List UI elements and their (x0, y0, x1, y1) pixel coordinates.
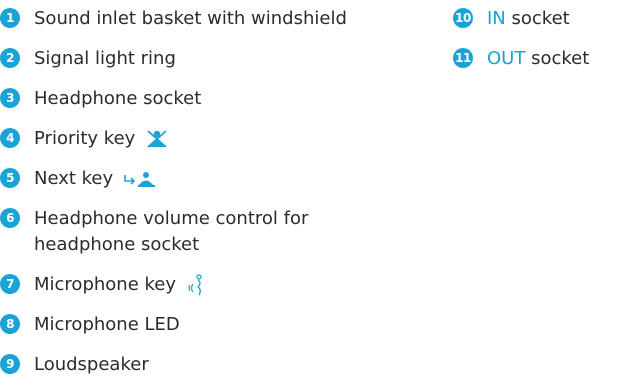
number-badge-6: 6 (0, 208, 20, 228)
number-badge-5: 5 (0, 168, 20, 188)
number-badge-11: 11 (453, 48, 473, 68)
legend-list-right: 10 IN socket 11 OUT socket (453, 0, 634, 69)
legend-label-1: Sound inlet basket with windshield (34, 8, 347, 29)
legend-text-4: Priority key (34, 126, 169, 152)
legend-label-6-line2: headphone socket (34, 234, 200, 255)
legend-label-9: Loudspeaker (34, 354, 149, 375)
number-badge-7: 7 (0, 274, 20, 294)
legend-text-11: OUT socket (487, 46, 589, 72)
number-badge-3: 3 (0, 88, 20, 108)
legend-item-4: 4 Priority key (0, 126, 430, 152)
legend-item-11: 11 OUT socket (453, 46, 634, 72)
out-label: OUT (487, 48, 526, 69)
legend-text-10: IN socket (487, 6, 570, 32)
legend-label-4: Priority key (34, 128, 136, 149)
legend-item-1: 1 Sound inlet basket with windshield (0, 6, 430, 32)
legend-label-6-line1: Headphone volume control for (34, 208, 309, 229)
in-label: IN (487, 8, 506, 29)
microphone-speech-icon (188, 274, 202, 296)
legend-text-7: Microphone key (34, 272, 206, 298)
number-badge-10: 10 (453, 8, 473, 28)
legend-label-5: Next key (34, 168, 114, 189)
legend-label-8: Microphone LED (34, 314, 180, 335)
legend-item-10: 10 IN socket (453, 6, 634, 32)
legend-item-9: 9 Loudspeaker (0, 352, 430, 378)
legend-label-2: Signal light ring (34, 48, 176, 69)
legend-item-2: 2 Signal light ring (0, 46, 430, 72)
legend-item-5: 5 Next key (0, 166, 430, 192)
legend-label-7: Microphone key (34, 274, 177, 295)
legend-item-6: 6 Headphone volume control for headphone… (0, 206, 430, 258)
legend-label-3: Headphone socket (34, 88, 202, 109)
number-badge-4: 4 (0, 128, 20, 148)
legend-item-7: 7 Microphone key (0, 272, 430, 298)
socket-label-10: socket (505, 8, 570, 29)
number-badge-1: 1 (0, 8, 20, 28)
legend-list-left: 1 Sound inlet basket with windshield 2 S… (0, 0, 430, 375)
next-speaker-icon (124, 172, 155, 187)
legend-text-6: Headphone volume control for headphone s… (34, 206, 308, 258)
legend-text-5: Next key (34, 166, 157, 192)
number-badge-8: 8 (0, 314, 20, 334)
legend-item-8: 8 Microphone LED (0, 312, 430, 338)
number-badge-2: 2 (0, 48, 20, 68)
number-badge-9: 9 (0, 354, 20, 374)
priority-speaker-icon (147, 130, 167, 148)
socket-label-11: socket (525, 48, 590, 69)
legend-item-3: 3 Headphone socket (0, 86, 430, 112)
